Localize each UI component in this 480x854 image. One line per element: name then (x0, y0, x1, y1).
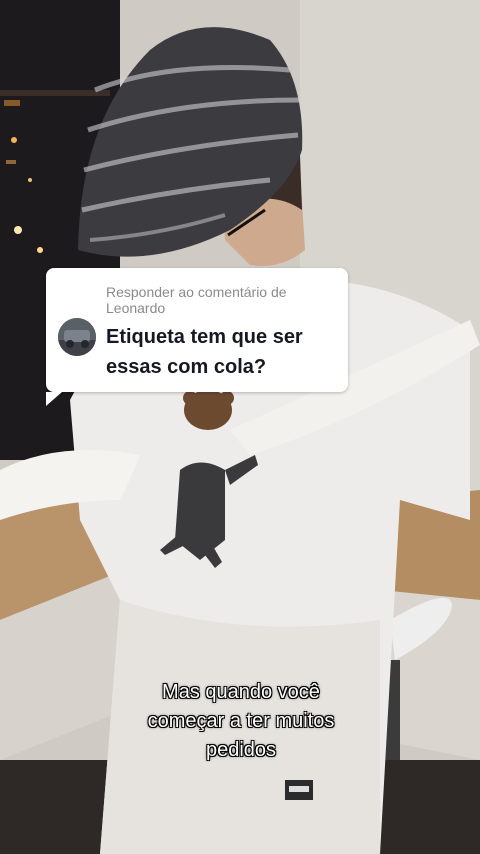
avatar-photo-icon (58, 318, 96, 356)
caption-line: pedidos (205, 739, 277, 761)
reply-header: Responder ao comentário de (106, 284, 287, 300)
commenter-avatar (58, 318, 96, 356)
caption-line: começar a ter muitos (147, 710, 335, 732)
caption-line: Mas quando você (162, 681, 320, 703)
video-caption: Mas quando você começar a ter muitos ped… (96, 678, 386, 765)
comment-line: essas com cola? (106, 356, 267, 378)
reply-comment-card[interactable]: Responder ao comentário de Leonardo Etiq… (46, 268, 348, 406)
commenter-name: Leonardo (106, 300, 166, 316)
comment-line: Etiqueta tem que ser (106, 326, 303, 348)
reply-comment-text: Etiqueta tem que ser essas com cola? (106, 322, 342, 382)
